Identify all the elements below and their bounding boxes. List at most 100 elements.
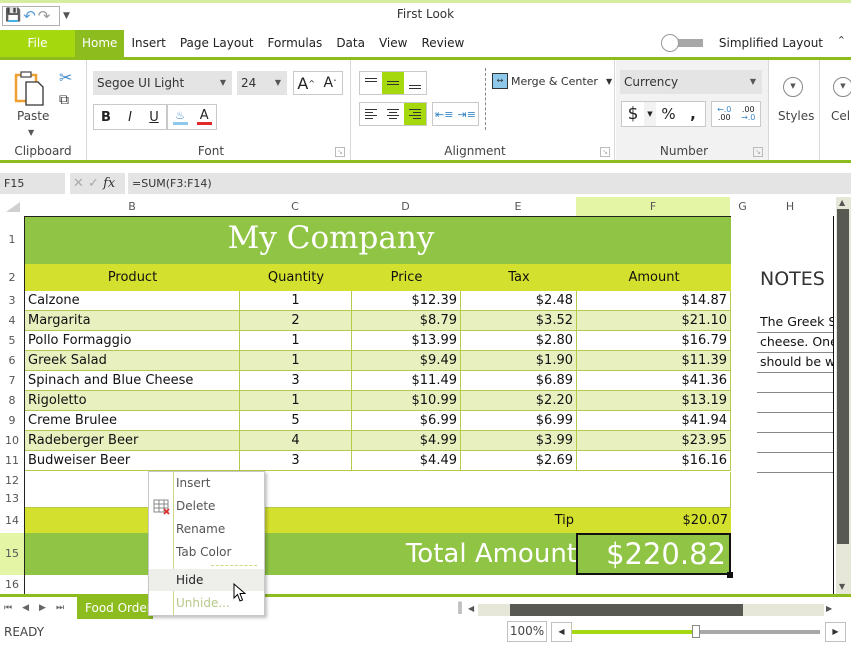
cell-quantity[interactable]: 4 xyxy=(240,431,352,451)
bold-button[interactable]: B xyxy=(94,105,118,129)
first-sheet-icon[interactable]: ⏮ xyxy=(4,603,12,613)
row-header-12[interactable]: 12 xyxy=(0,472,24,490)
zoom-level[interactable]: 100% xyxy=(507,621,547,642)
row-header-1[interactable]: 1 xyxy=(0,216,24,264)
font-color-button[interactable]: A xyxy=(192,105,216,129)
font-size-select[interactable]: 24 ▼ xyxy=(237,71,287,95)
menu-item-insert[interactable]: Insert xyxy=(149,472,264,494)
cell-product[interactable]: Budweiser Beer xyxy=(25,451,240,471)
row-header-3[interactable]: 3 xyxy=(0,291,24,311)
cell-tax[interactable]: $2.20 xyxy=(461,391,577,411)
cancel-icon[interactable]: ✕ xyxy=(73,176,84,191)
number-dialog-launcher-icon[interactable]: ↘ xyxy=(753,147,763,157)
styles-dropdown-icon[interactable]: ▼ xyxy=(783,77,803,97)
tab-file[interactable]: File xyxy=(0,30,75,57)
align-bottom-button[interactable] xyxy=(404,72,426,94)
zoom-slider-thumb[interactable] xyxy=(692,625,700,638)
align-center-button[interactable] xyxy=(382,103,404,125)
cell-quantity[interactable]: 1 xyxy=(240,391,352,411)
cells-button[interactable]: Cel xyxy=(831,109,850,123)
currency-dropdown-icon[interactable]: ▼ xyxy=(644,102,656,126)
scroll-up-icon[interactable]: ▲ xyxy=(839,198,845,207)
cell-product[interactable]: Radeberger Beer xyxy=(25,431,240,451)
merge-center-button[interactable]: ↔ Merge & Center ▼ xyxy=(492,73,612,89)
cell-tax[interactable]: $6.89 xyxy=(461,371,577,391)
cell-tax[interactable]: $2.69 xyxy=(461,451,577,471)
insert-function-icon[interactable]: fx xyxy=(103,176,115,191)
align-left-button[interactable] xyxy=(360,103,382,125)
horizontal-scroll-thumb[interactable] xyxy=(510,604,743,616)
column-header-f[interactable]: F xyxy=(576,197,730,216)
name-box[interactable]: F15 xyxy=(0,173,65,194)
horizontal-scrollbar[interactable] xyxy=(478,604,824,616)
cell-product[interactable]: Pollo Formaggio xyxy=(25,331,240,351)
italic-button[interactable]: I xyxy=(118,105,142,129)
cell-tax[interactable]: $3.52 xyxy=(461,311,577,331)
shrink-font-button[interactable]: Aˇ xyxy=(318,72,342,94)
cell-price[interactable]: $10.99 xyxy=(352,391,461,411)
cell-quantity[interactable]: 3 xyxy=(240,451,352,471)
cell-tax[interactable]: $3.99 xyxy=(461,431,577,451)
column-header-b[interactable]: B xyxy=(25,197,239,216)
cell-amount[interactable]: $21.10 xyxy=(577,311,731,331)
row-header-10[interactable]: 10 xyxy=(0,431,24,451)
styles-button[interactable]: Styles xyxy=(778,109,814,123)
cell-amount[interactable]: $13.19 xyxy=(577,391,731,411)
column-header-g[interactable]: G xyxy=(730,197,755,216)
row-header-13[interactable]: 13 xyxy=(0,490,24,508)
underline-button[interactable]: U xyxy=(142,105,166,129)
cell-quantity[interactable]: 1 xyxy=(240,291,352,311)
row-header-8[interactable]: 8 xyxy=(0,391,24,411)
cell-amount[interactable]: $16.16 xyxy=(577,451,731,471)
confirm-icon[interactable]: ✓ xyxy=(88,176,99,191)
cell-price[interactable]: $4.49 xyxy=(352,451,461,471)
row-header-16[interactable]: 16 xyxy=(0,575,24,594)
paste-dropdown-icon[interactable]: ▼ xyxy=(28,128,34,137)
cell-tax[interactable]: $2.80 xyxy=(461,331,577,351)
scroll-down-icon[interactable]: ▼ xyxy=(839,582,845,591)
row-header-7[interactable]: 7 xyxy=(0,371,24,391)
cell-price[interactable]: $6.99 xyxy=(352,411,461,431)
alignment-dialog-launcher-icon[interactable]: ↘ xyxy=(600,147,610,157)
increase-decimal-button[interactable]: ←.0.00 xyxy=(712,102,736,126)
number-format-select[interactable]: Currency ▼ xyxy=(620,70,762,94)
cell-price[interactable]: $4.99 xyxy=(352,431,461,451)
notes-text[interactable]: should be wi xyxy=(760,353,833,371)
prev-sheet-icon[interactable]: ◀ xyxy=(22,603,29,613)
menu-item-rename[interactable]: Rename xyxy=(149,518,264,540)
font-family-select[interactable]: Segoe UI Light ▼ xyxy=(93,71,232,95)
paste-button[interactable]: Paste xyxy=(17,109,49,123)
cell-amount[interactable]: $16.79 xyxy=(577,331,731,351)
increase-indent-button[interactable]: ⇥≡ xyxy=(456,103,479,125)
tab-review[interactable]: Review xyxy=(414,30,471,57)
row-header-11[interactable]: 11 xyxy=(0,451,24,471)
last-sheet-icon[interactable]: ⏭ xyxy=(56,603,64,613)
sheet-grid[interactable]: My Company Product Quantity Price Tax Am… xyxy=(24,216,835,594)
scroll-left-icon[interactable]: ◀ xyxy=(468,604,474,613)
fill-color-button[interactable]: ♨ xyxy=(168,105,192,129)
simplified-layout-toggle[interactable] xyxy=(660,34,711,52)
grow-font-button[interactable]: A ^ xyxy=(294,72,318,94)
tab-page-layout[interactable]: Page Layout xyxy=(173,30,261,57)
currency-button[interactable]: $ xyxy=(622,102,644,126)
cell-product[interactable]: Rigoletto xyxy=(25,391,240,411)
cell-tax[interactable]: $6.99 xyxy=(461,411,577,431)
notes-text[interactable]: The Greek Sa xyxy=(760,313,833,331)
zoom-out-button[interactable]: ◀ xyxy=(551,622,572,642)
sheet-tab-food-order[interactable]: Food Order xyxy=(77,597,153,619)
scroll-right-icon[interactable]: ▶ xyxy=(826,604,832,613)
cell-price[interactable]: $12.39 xyxy=(352,291,461,311)
column-header-h[interactable]: H xyxy=(755,197,825,216)
cell-amount[interactable]: $11.39 xyxy=(577,351,731,371)
tab-insert[interactable]: Insert xyxy=(124,30,172,57)
align-right-button[interactable] xyxy=(404,103,426,125)
row-header-5[interactable]: 5 xyxy=(0,331,24,351)
tab-split-handle[interactable]: ‖ xyxy=(457,600,463,614)
column-header-e[interactable]: E xyxy=(460,197,576,216)
cut-icon[interactable]: ✂ xyxy=(59,68,72,87)
paste-icon[interactable] xyxy=(14,70,46,106)
menu-item-tab-color[interactable]: Tab Color xyxy=(149,541,264,563)
decrease-decimal-button[interactable]: .00 →.0 xyxy=(736,102,760,126)
cell-amount[interactable]: $14.87 xyxy=(577,291,731,311)
notes-text[interactable]: cheese. One xyxy=(760,333,833,351)
